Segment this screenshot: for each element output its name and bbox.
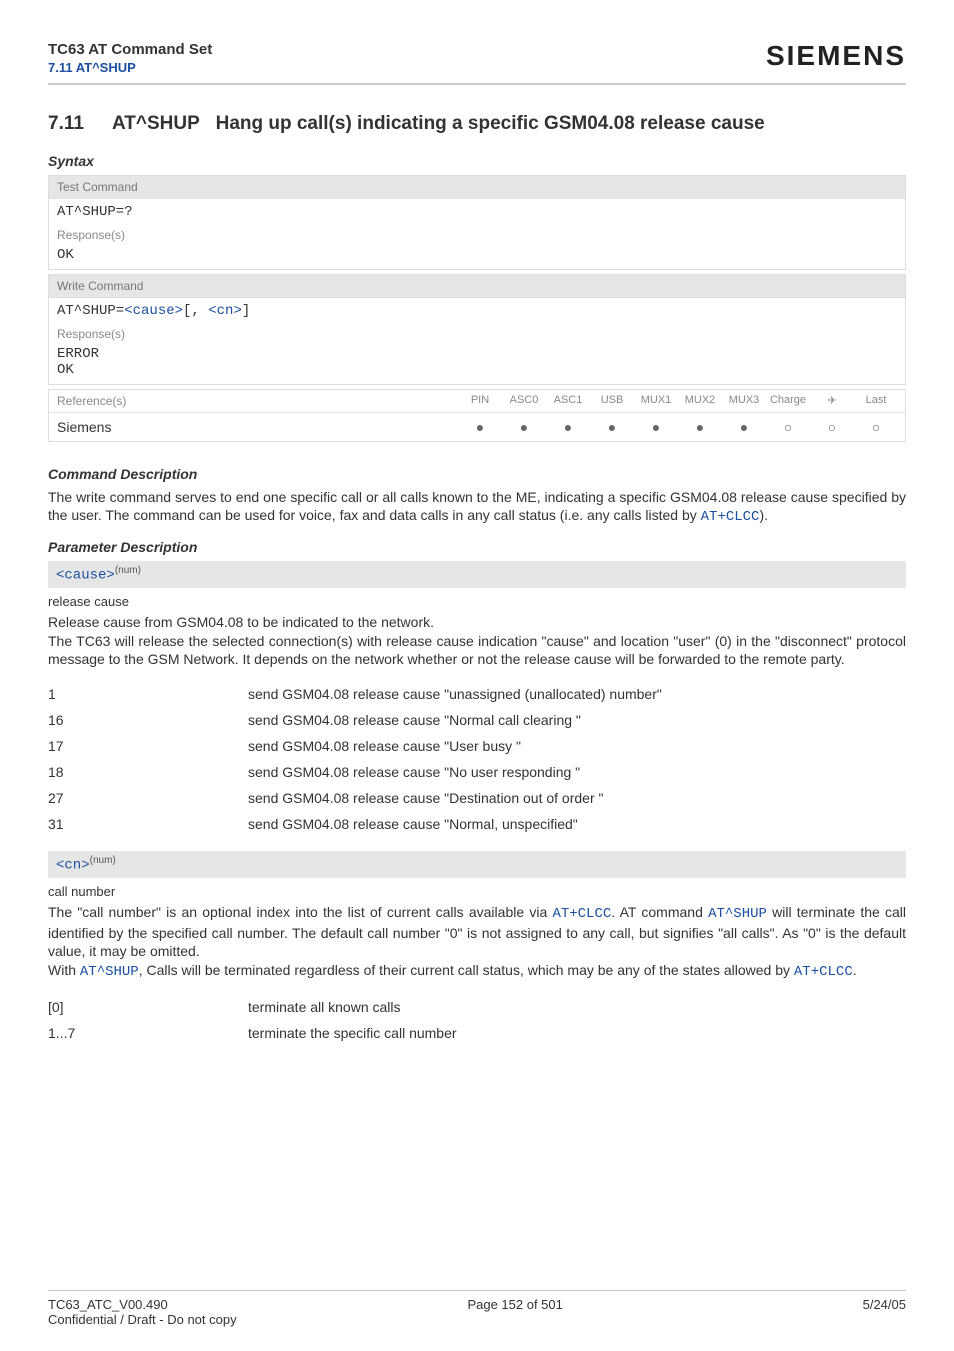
- table-row: 1send GSM04.08 release cause "unassigned…: [48, 681, 906, 707]
- footer-left: TC63_ATC_V00.490: [48, 1297, 168, 1312]
- cause-param-text: Release cause from GSM04.08 to be indica…: [48, 613, 906, 670]
- write-response-text: ERROR OK: [49, 344, 905, 384]
- table-row: 17send GSM04.08 release cause "User busy…: [48, 733, 906, 759]
- cn-values-table: [0]terminate all known calls1...7termina…: [48, 994, 906, 1048]
- page-header: TC63 AT Command Set 7.11 AT^SHUP SIEMENS: [48, 40, 906, 75]
- header-divider: [48, 83, 906, 85]
- cn-param-head: <cn>(num): [48, 851, 906, 877]
- syntax-label: Syntax: [48, 153, 906, 169]
- section-number: 7.11: [48, 113, 84, 135]
- airplane-icon: ✈: [811, 394, 853, 407]
- test-response-text: OK: [49, 245, 905, 269]
- table-row: [0]terminate all known calls: [48, 994, 906, 1020]
- doc-title: TC63 AT Command Set: [48, 40, 212, 60]
- write-command-text: AT^SHUP=<cause>[, <cn>]: [49, 298, 905, 324]
- atclcc-link-2[interactable]: AT+CLCC: [552, 906, 611, 922]
- atshup-link-2[interactable]: AT^SHUP: [80, 964, 139, 980]
- cn-param-link[interactable]: <cn>: [208, 303, 242, 319]
- test-command-text: AT^SHUP=?: [49, 199, 905, 225]
- page-footer: TC63_ATC_V00.490 Page 152 of 501 5/24/05…: [48, 1284, 906, 1327]
- write-command-box: Write Command AT^SHUP=<cause>[, <cn>] Re…: [48, 274, 906, 385]
- cn-param-sub: call number: [48, 884, 906, 899]
- footer-center: Page 152 of 501: [467, 1297, 562, 1312]
- cause-param-link[interactable]: <cause>: [124, 303, 183, 319]
- footer-confidential: Confidential / Draft - Do not copy: [48, 1312, 906, 1327]
- reference-box: Reference(s) PIN ASC0 ASC1 USB MUX1 MUX2…: [48, 389, 906, 442]
- table-row: 16send GSM04.08 release cause "Normal ca…: [48, 707, 906, 733]
- section-title: 7.11 AT^SHUP Hang up call(s) indicating …: [48, 113, 906, 135]
- footer-divider: [48, 1290, 906, 1291]
- footer-right: 5/24/05: [863, 1297, 906, 1312]
- test-command-head: Test Command: [49, 176, 905, 199]
- atclcc-link-3[interactable]: AT+CLCC: [794, 964, 853, 980]
- atshup-link[interactable]: AT^SHUP: [708, 906, 767, 922]
- write-response-label: Response(s): [49, 324, 905, 344]
- table-row: 31send GSM04.08 release cause "Normal, u…: [48, 811, 906, 837]
- brand-logo: SIEMENS: [766, 40, 906, 72]
- test-response-label: Response(s): [49, 225, 905, 245]
- reference-columns: PIN ASC0 ASC1 USB MUX1 MUX2 MUX3 Charge …: [459, 394, 897, 407]
- cause-values-table: 1send GSM04.08 release cause "unassigned…: [48, 681, 906, 837]
- section-heading: AT^SHUP Hang up call(s) indicating a spe…: [112, 113, 765, 135]
- cn-param-text: The "call number" is an optional index i…: [48, 903, 906, 983]
- reference-vendor: Siemens: [57, 419, 111, 435]
- doc-subtitle: 7.11 AT^SHUP: [48, 60, 212, 75]
- table-row: 27send GSM04.08 release cause "Destinati…: [48, 785, 906, 811]
- command-description-label: Command Description: [48, 466, 906, 482]
- reference-label: Reference(s): [57, 394, 126, 408]
- atclcc-link[interactable]: AT+CLCC: [701, 509, 760, 525]
- cause-param-sub: release cause: [48, 594, 906, 609]
- write-command-head: Write Command: [49, 275, 905, 298]
- table-row: 18send GSM04.08 release cause "No user r…: [48, 759, 906, 785]
- test-command-box: Test Command AT^SHUP=? Response(s) OK: [48, 175, 906, 270]
- parameter-description-label: Parameter Description: [48, 539, 906, 555]
- command-description-text: The write command serves to end one spec…: [48, 488, 906, 528]
- reference-marks: ● ● ● ● ● ● ● ○ ○ ○: [459, 419, 897, 435]
- cause-param-head: <cause>(num): [48, 561, 906, 587]
- table-row: 1...7terminate the specific call number: [48, 1020, 906, 1048]
